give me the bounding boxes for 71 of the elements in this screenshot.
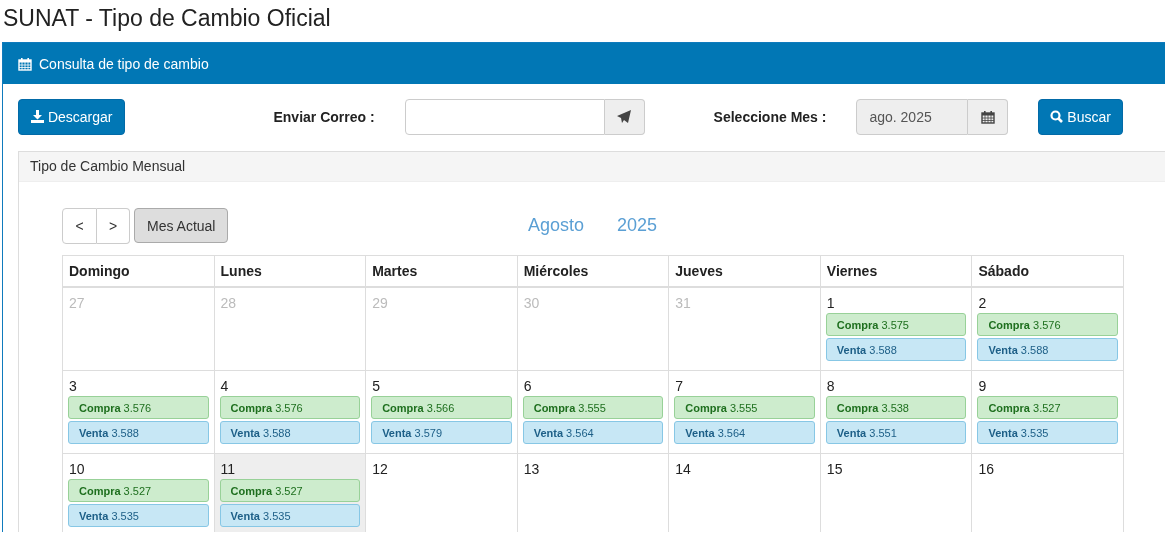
buy-rate: Compra 3.527 <box>68 479 209 502</box>
day-number: 31 <box>674 295 692 313</box>
previous-month-button[interactable]: < <box>62 208 97 244</box>
month-label: Seleccione Mes : <box>713 109 827 125</box>
calendar-icon <box>18 56 32 71</box>
sell-rate: Venta 3.579 <box>371 421 512 444</box>
buy-rate: Compra 3.576 <box>68 396 209 419</box>
day-number: 28 <box>219 295 238 313</box>
day-number: 13 <box>522 461 541 479</box>
sell-rate: Venta 3.551 <box>825 421 967 444</box>
search-button[interactable]: Buscar <box>1038 99 1123 135</box>
buy-rate: Compra 3.576 <box>977 313 1118 336</box>
buy-rate: Compra 3.575 <box>825 313 967 336</box>
month-field[interactable]: ago. 2025 <box>856 99 969 135</box>
buy-rate: Compra 3.576 <box>219 396 361 419</box>
sell-rate: Venta 3.535 <box>68 504 209 527</box>
day-number: 12 <box>371 461 389 479</box>
page-title: SUNAT - Tipo de Cambio Oficial <box>2 4 332 33</box>
day-number: 5 <box>371 378 381 396</box>
sell-rate: Venta 3.535 <box>977 421 1118 444</box>
sell-rate: Venta 3.588 <box>68 421 209 444</box>
next-month-button[interactable]: > <box>97 208 130 244</box>
buy-rate: Compra 3.555 <box>674 396 815 419</box>
calendar-icon <box>980 110 995 124</box>
day-number: 15 <box>825 461 844 479</box>
sell-rate: Venta 3.588 <box>219 421 361 444</box>
buy-rate: Compra 3.527 <box>977 396 1118 419</box>
buy-rate: Compra 3.566 <box>371 396 512 419</box>
day-number: 27 <box>68 295 86 313</box>
day-number: 8 <box>825 378 836 396</box>
email-field[interactable] <box>404 99 605 135</box>
buy-rate: Compra 3.538 <box>825 396 967 419</box>
day-number: 3 <box>68 378 78 396</box>
weekday-header: Miércoles <box>517 256 670 288</box>
weekday-header: Lunes <box>214 256 367 288</box>
buy-rate: Compra 3.527 <box>219 479 361 502</box>
day-number: 14 <box>674 461 692 479</box>
weekday-header: Viernes <box>820 256 973 288</box>
sell-rate: Venta 3.564 <box>522 421 664 444</box>
email-label: Enviar Correo : <box>273 109 375 125</box>
weekday-header: Domingo <box>63 256 215 288</box>
sell-rate: Venta 3.564 <box>674 421 815 444</box>
day-number: 2 <box>977 295 988 313</box>
panel-title: Consulta de tipo de cambio <box>39 55 209 72</box>
month-name: Agosto <box>528 215 585 236</box>
day-number: 1 <box>825 295 836 313</box>
weekday-header: Jueves <box>669 256 821 288</box>
download-button[interactable]: Descargar <box>18 99 126 135</box>
calendar-button[interactable] <box>968 99 1009 135</box>
day-number: 29 <box>371 295 389 313</box>
day-number: 6 <box>522 378 533 396</box>
sell-rate: Venta 3.588 <box>977 338 1118 361</box>
sell-rate: Venta 3.535 <box>219 504 361 527</box>
day-number: 16 <box>977 461 995 479</box>
download-icon <box>31 110 44 123</box>
monthly-title: Tipo de Cambio Mensual <box>19 152 1165 182</box>
day-number: 10 <box>68 461 86 479</box>
day-number: 9 <box>977 378 988 396</box>
send-button[interactable] <box>604 99 645 135</box>
paper-plane-icon <box>617 110 632 124</box>
current-month-button[interactable]: Mes Actual <box>134 208 229 243</box>
sell-rate: Venta 3.588 <box>825 338 967 361</box>
weekday-header: Martes <box>366 256 518 288</box>
day-number: 11 <box>219 461 237 479</box>
search-icon <box>1050 110 1064 123</box>
weekday-header: Sábado <box>972 256 1124 288</box>
year: 2025 <box>617 215 658 236</box>
day-number: 7 <box>674 378 685 396</box>
day-number: 30 <box>522 295 541 313</box>
day-number: 4 <box>219 378 230 396</box>
buy-rate: Compra 3.555 <box>522 396 664 419</box>
